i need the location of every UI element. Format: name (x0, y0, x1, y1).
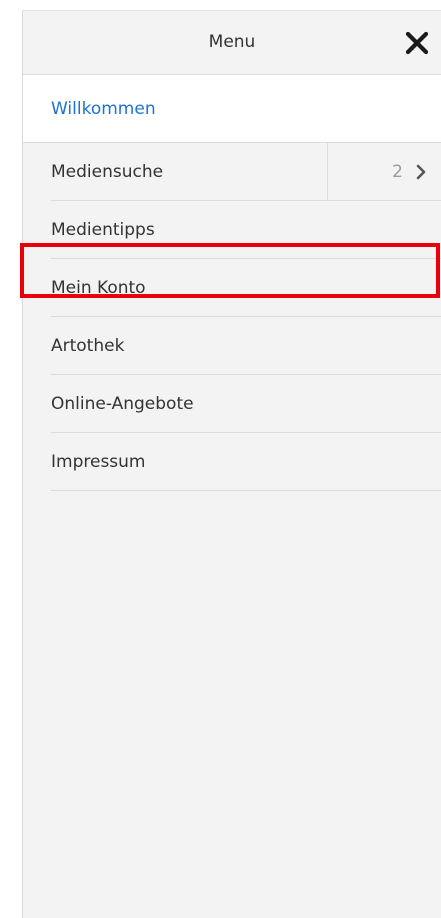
menu-item-label: Medientipps (51, 220, 155, 240)
side-menu-panel: Menu Willkommen Mediensuche 2 Medientipp… (22, 10, 441, 918)
submenu-toggle[interactable]: 2 (327, 143, 441, 201)
menu-item-medientipps[interactable]: Medientipps (23, 201, 441, 259)
chevron-right-icon (415, 164, 427, 180)
menu-header: Menu (23, 11, 441, 75)
menu-item-willkommen[interactable]: Willkommen (23, 75, 441, 143)
menu-item-label: Willkommen (51, 99, 156, 119)
menu-item-label: Impressum (51, 452, 146, 472)
menu-item-label: Artothek (51, 336, 125, 356)
close-icon (405, 31, 429, 55)
menu-item-impressum[interactable]: Impressum (23, 433, 441, 491)
menu-item-mediensuche[interactable]: Mediensuche 2 (23, 143, 441, 201)
menu-title: Menu (208, 32, 256, 52)
menu-item-artothek[interactable]: Artothek (23, 317, 441, 375)
menu-item-label: Online-Angebote (51, 394, 194, 414)
menu-item-label: Mediensuche (51, 162, 164, 182)
menu-item-online-angebote[interactable]: Online-Angebote (23, 375, 441, 433)
close-menu-button[interactable] (403, 29, 431, 57)
submenu-count: 2 (392, 162, 403, 182)
menu-item-label: Mein Konto (51, 278, 146, 298)
menu-item-mein-konto[interactable]: Mein Konto (23, 259, 441, 317)
